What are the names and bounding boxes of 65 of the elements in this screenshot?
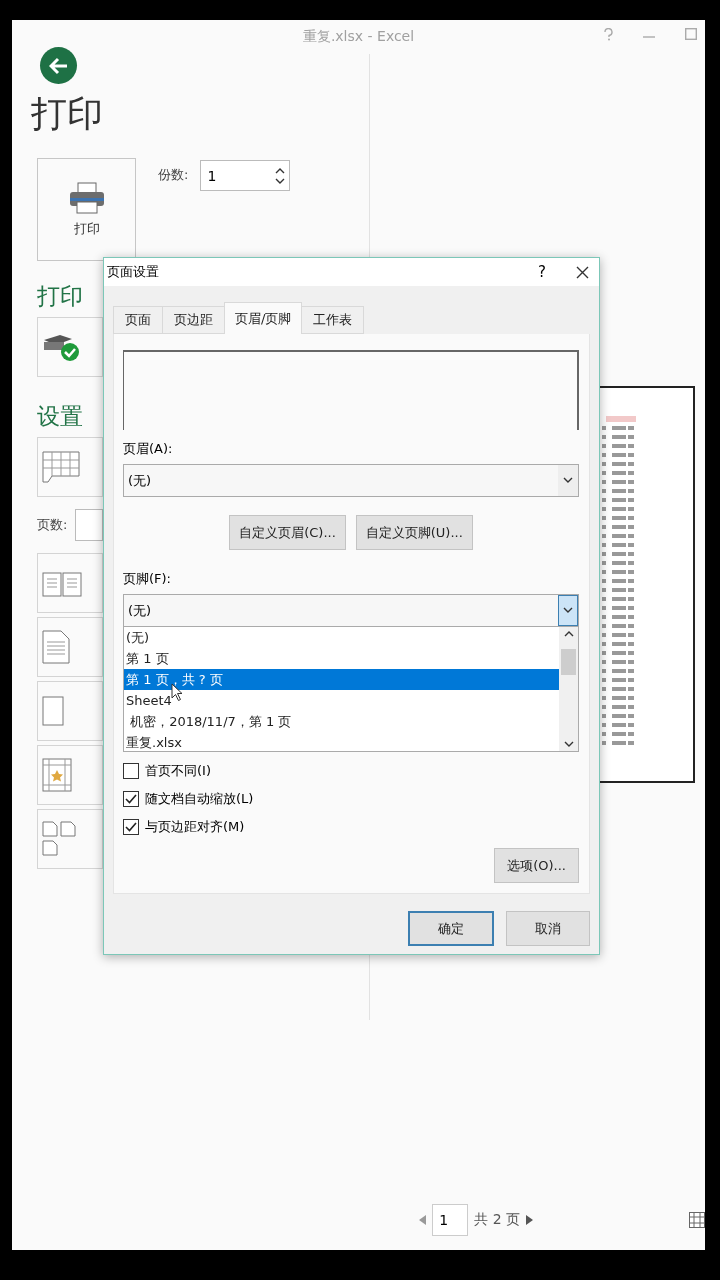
dialog-title: 页面设置 <box>107 263 160 281</box>
margins-card[interactable] <box>37 745 103 805</box>
footer-label: 页脚(F): <box>123 570 171 588</box>
back-button[interactable] <box>40 47 77 84</box>
copies-label: 份数: <box>158 166 189 182</box>
scroll-down-icon[interactable] <box>563 741 574 748</box>
page-heading: 打印 <box>31 92 104 136</box>
previous-page-icon[interactable] <box>419 1215 427 1225</box>
footer-option[interactable]: (无) <box>124 627 559 648</box>
dialog-tab[interactable]: 页眉/页脚 <box>224 302 303 334</box>
print-range-card[interactable] <box>37 437 103 497</box>
close-icon[interactable] <box>576 265 589 279</box>
scrollbar[interactable] <box>559 627 578 751</box>
checkbox-label: 随文档自动缩放(L) <box>145 790 254 808</box>
orientation-card[interactable] <box>37 617 103 677</box>
page-number-field[interactable]: 1 <box>432 1204 469 1236</box>
options-button[interactable]: 选项(O)... <box>494 848 579 883</box>
next-page-icon[interactable] <box>526 1215 533 1225</box>
pages-label: 页数: <box>37 516 68 534</box>
printer-ready-icon <box>42 332 80 362</box>
footer-option[interactable]: Sheet4 <box>124 690 559 711</box>
printer-card[interactable] <box>37 317 103 377</box>
collated-pages-icon <box>42 569 84 597</box>
footer-select[interactable]: (无) <box>123 594 579 627</box>
maximize-icon[interactable] <box>685 28 697 40</box>
printer-heading: 打印 <box>37 282 84 311</box>
copies-spinner[interactable]: 1 <box>200 160 291 191</box>
pages-field[interactable] <box>75 509 104 541</box>
show-margins-icon[interactable] <box>689 1212 705 1228</box>
footer-option[interactable]: 第 1 页，共 ? 页 <box>124 669 559 690</box>
scrollbar-thumb[interactable] <box>561 649 576 675</box>
ok-button[interactable]: 确定 <box>408 911 494 946</box>
header-select[interactable]: (无) <box>123 464 579 497</box>
scroll-up-icon[interactable] <box>563 630 574 637</box>
footer-option[interactable]: 重复.xlsx <box>124 732 559 753</box>
dialog-tab[interactable]: 页面 <box>113 306 163 334</box>
header-label: 页眉(A): <box>123 440 173 458</box>
settings-heading: 设置 <box>37 402 84 431</box>
help-button[interactable]: ? <box>538 263 546 281</box>
footer-option[interactable]: 第 1 页 <box>124 648 559 669</box>
collate-card[interactable] <box>37 553 103 613</box>
custom-button[interactable]: 自定义页脚(U)... <box>355 515 473 550</box>
cancel-button[interactable]: 取消 <box>506 911 590 946</box>
dialog-tab[interactable]: 页边距 <box>162 306 225 334</box>
sheet-grid-icon <box>42 451 80 483</box>
printer-icon <box>68 181 105 214</box>
checkbox[interactable] <box>123 791 139 807</box>
checkbox-label: 与页边距对齐(M) <box>145 818 245 836</box>
print-button[interactable]: 打印 <box>37 158 136 261</box>
checkbox[interactable] <box>123 763 139 779</box>
blank-page-icon <box>42 696 64 726</box>
dialog-tab[interactable]: 工作表 <box>301 306 365 334</box>
custom-button[interactable]: 自定义页眉(C)... <box>229 515 346 550</box>
back-arrow-icon <box>48 56 69 75</box>
checkbox-label: 首页不同(I) <box>145 762 211 780</box>
mouse-cursor-icon <box>171 683 183 701</box>
checkbox[interactable] <box>123 819 139 835</box>
scaling-card[interactable] <box>37 809 103 869</box>
window-title: 重复.xlsx - Excel <box>302 28 415 46</box>
page-count: 共 2 页 <box>474 1211 520 1229</box>
footer-option[interactable]: 机密，2018/11/7，第 1 页 <box>124 711 559 732</box>
margins-star-icon <box>42 758 72 792</box>
document-icon <box>42 630 70 664</box>
help-icon[interactable] <box>604 28 613 41</box>
paper-size-card[interactable] <box>37 681 103 741</box>
